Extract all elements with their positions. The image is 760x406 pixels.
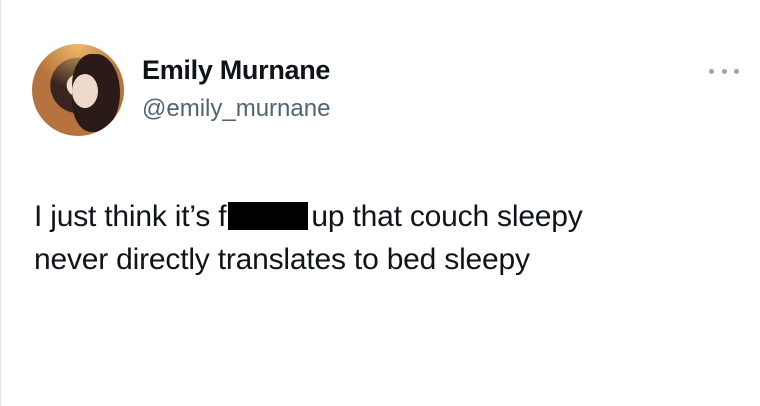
user-handle[interactable]: @emily_murnane <box>142 95 330 123</box>
tweet-text-part-1: I just think it’s f <box>34 200 227 233</box>
avatar-face <box>72 74 98 108</box>
tweet-text-part-2: up that couch sleepy <box>311 200 583 233</box>
tweet-line-1: I just think it’s f up that couch sleepy <box>34 195 734 238</box>
dot-icon <box>734 68 739 74</box>
redaction-bar <box>228 202 309 230</box>
display-name[interactable]: Emily Murnane <box>142 55 330 86</box>
tweet-text: I just think it’s f up that couch sleepy … <box>34 195 734 281</box>
avatar[interactable] <box>32 44 124 136</box>
more-options-icon[interactable] <box>709 66 739 76</box>
dot-icon <box>709 68 714 74</box>
tweet-card: Emily Murnane @emily_murnane I just thin… <box>0 0 760 406</box>
tweet-line-2: never directly translates to bed sleepy <box>34 243 530 276</box>
dot-icon <box>721 68 727 74</box>
